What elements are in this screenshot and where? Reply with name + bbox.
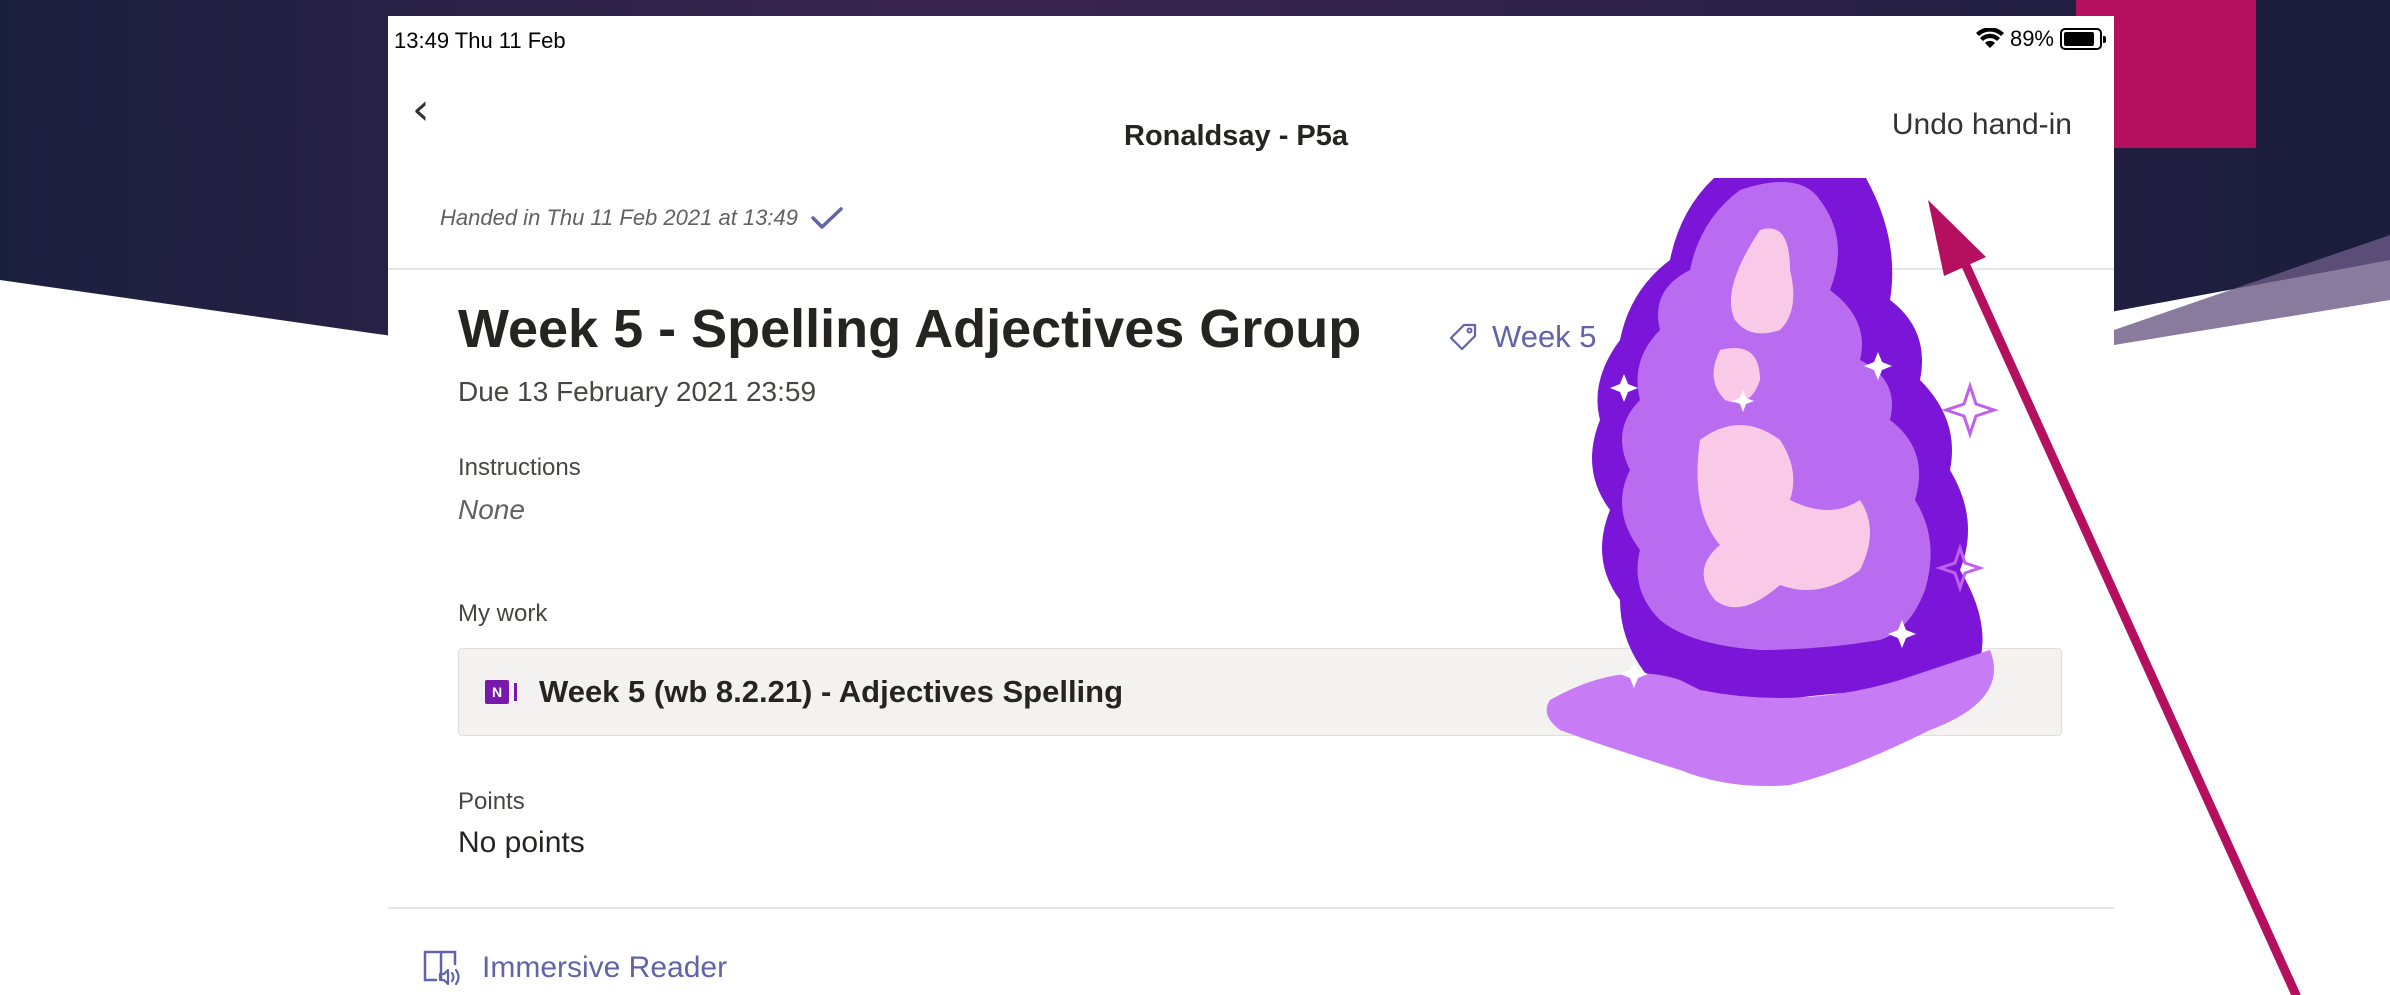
handed-in-status: Handed in Thu 11 Feb 2021 at 13:49 [440,205,844,231]
tag-label: Week 5 [1492,319,1597,354]
battery-icon [2060,28,2106,50]
chevron-left-icon[interactable]: ‹ [412,84,430,135]
work-file-name: Week 5 (wb 8.2.21) - Adjectives Spelling [539,674,1124,709]
my-work-label: My work [458,600,548,627]
tag-icon [1449,323,1477,351]
undo-hand-in-button[interactable]: Undo hand-in [1892,108,2072,142]
immersive-reader-icon [423,950,460,986]
points-label: Points [458,788,525,815]
status-bar: 13:49 Thu 11 Feb 89% [388,16,2114,72]
onenote-icon: N [485,680,517,704]
divider [388,907,2114,909]
due-date: Due 13 February 2021 23:59 [458,376,817,407]
status-time: 13:49 Thu 11 Feb [394,28,566,53]
nav-title: Ronaldsay - P5a [1124,120,1349,152]
handed-in-text: Handed in Thu 11 Feb 2021 at 13:49 [440,205,798,230]
instructions-value: None [458,494,525,525]
checkmark-icon [811,207,843,229]
my-work-file[interactable]: N Week 5 (wb 8.2.21) - Adjectives Spelli… [458,648,2062,736]
divider [388,268,2114,270]
battery-percent: 89% [2009,26,2054,51]
points-value: No points [458,826,585,859]
instructions-label: Instructions [458,454,581,481]
assignment-tag[interactable]: Week 5 [1448,319,1597,355]
immersive-reader-button[interactable]: Immersive Reader [422,948,727,988]
wifi-icon [1975,28,2004,48]
assignment-title: Week 5 - Spelling Adjectives Group [458,299,1362,359]
immersive-reader-label: Immersive Reader [482,951,728,984]
nav-bar: ‹ Ronaldsay - P5a Undo hand-in [388,72,2114,152]
status-right: 89% [1975,26,2106,52]
teams-assignment-screen: 13:49 Thu 11 Feb 89% ‹ Ronaldsay - P5a U… [388,16,2114,995]
